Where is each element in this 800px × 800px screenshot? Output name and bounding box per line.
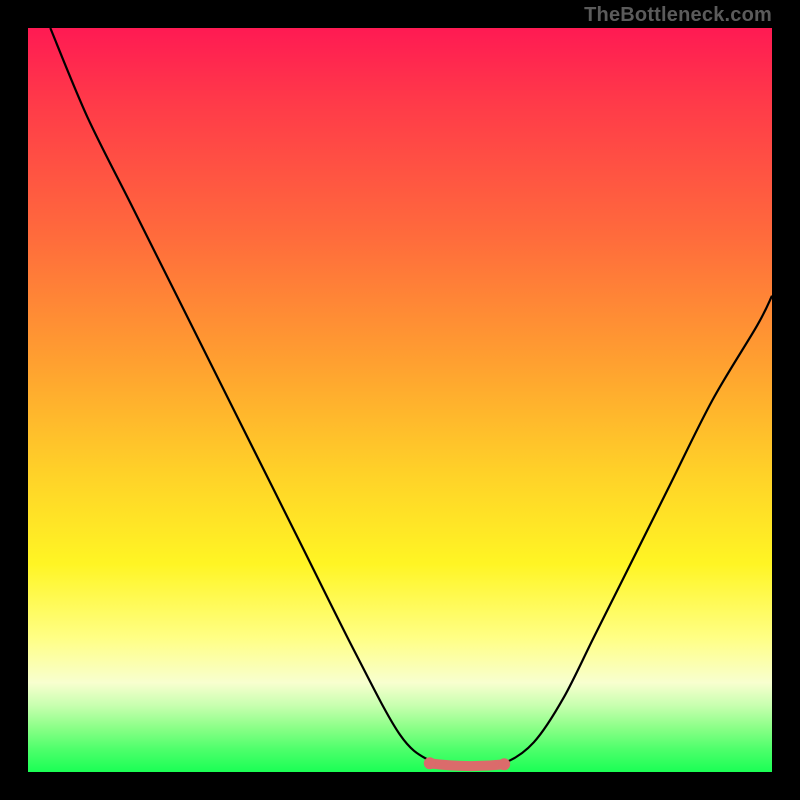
minimum-marker-dot-right bbox=[498, 758, 510, 770]
plot-area bbox=[28, 28, 772, 772]
bottleneck-curve bbox=[50, 28, 772, 767]
chart-svg bbox=[28, 28, 772, 772]
minimum-marker-dot-left bbox=[424, 757, 436, 769]
minimum-marker-path bbox=[430, 763, 504, 766]
minimum-marker bbox=[424, 757, 510, 770]
chart-frame: TheBottleneck.com bbox=[0, 0, 800, 800]
bottleneck-curve-path bbox=[50, 28, 772, 767]
watermark-text: TheBottleneck.com bbox=[584, 4, 772, 27]
